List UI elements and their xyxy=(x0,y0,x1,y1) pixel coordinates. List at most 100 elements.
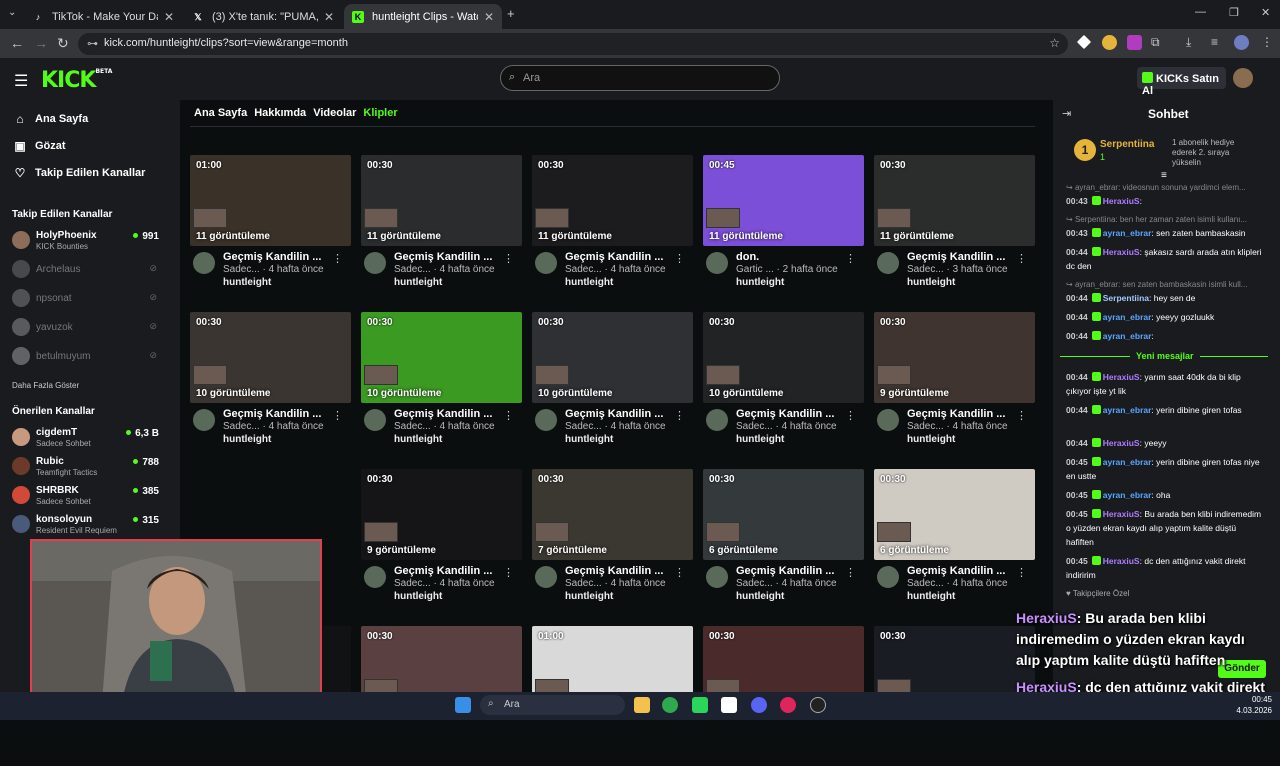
app-icon[interactable] xyxy=(692,697,708,713)
clip-card[interactable]: 00:30 10 görüntüleme Geçmiş Kandilin ... Sa… xyxy=(532,312,693,452)
recommended-channel[interactable]: SHRBRK Sadece Sohbet 385 xyxy=(12,483,177,509)
followed-channel[interactable]: Archelaus ⊘ xyxy=(12,257,177,283)
clip-channel-name[interactable]: huntleight xyxy=(736,434,784,445)
clip-title[interactable]: Geçmiş Kandilin ... xyxy=(907,251,1022,263)
followed-channel[interactable]: npsonat ⊘ xyxy=(12,286,177,312)
clip-thumbnail[interactable]: 00:30 9 görüntüleme xyxy=(874,312,1035,403)
clip-card[interactable]: 00:30 10 görüntüleme Geçmiş Kandilin ... Sa… xyxy=(703,312,864,452)
message-username[interactable]: HeraxiuS xyxy=(1103,556,1140,566)
message-username[interactable]: HeraxiuS xyxy=(1103,509,1140,519)
reading-list-icon[interactable]: ≡ xyxy=(1211,35,1226,50)
more-options-icon[interactable]: ⋮ xyxy=(845,566,856,579)
close-icon[interactable]: ✕ xyxy=(324,10,334,24)
channel-avatar[interactable] xyxy=(877,409,899,431)
sidebar-nav-following[interactable]: ♡ Takip Edilen Kanallar xyxy=(13,166,146,180)
search-input[interactable]: ⌕ Ara xyxy=(500,65,780,91)
clip-title[interactable]: Geçmiş Kandilin ... xyxy=(394,408,509,420)
close-window-icon[interactable]: ✕ xyxy=(1261,6,1270,19)
message-username[interactable]: HeraxiuS xyxy=(1103,372,1140,382)
clip-title[interactable]: Geçmiş Kandilin ... xyxy=(223,251,338,263)
more-options-icon[interactable]: ⋮ xyxy=(1016,566,1027,579)
clip-channel-name[interactable]: huntleight xyxy=(907,277,955,288)
forward-icon[interactable]: → xyxy=(34,35,48,51)
clip-card[interactable]: 00:30 6 görüntüleme Geçmiş Kandilin ... Sad… xyxy=(703,469,864,609)
clip-thumbnail[interactable]: 00:30 7 görüntüleme xyxy=(532,469,693,560)
extensions-puzzle-icon[interactable]: ⧉ xyxy=(1151,35,1166,50)
more-options-icon[interactable]: ⋮ xyxy=(845,252,856,265)
buy-kicks-button[interactable]: KICKs Satın Al xyxy=(1137,67,1226,97)
clip-channel-name[interactable]: huntleight xyxy=(394,591,442,602)
more-options-icon[interactable]: ⋮ xyxy=(332,252,343,265)
message-username[interactable]: ayran_ebrar xyxy=(1103,228,1152,238)
clip-title[interactable]: Geçmiş Kandilin ... xyxy=(736,408,851,420)
profile-avatar[interactable] xyxy=(1234,35,1249,50)
windows-start-icon[interactable] xyxy=(455,697,471,713)
taskbar-clock[interactable]: 00:45 4.03.2026 xyxy=(1228,694,1272,716)
clip-channel-name[interactable]: huntleight xyxy=(907,591,955,602)
channel-avatar[interactable] xyxy=(706,252,728,274)
clip-title[interactable]: Geçmiş Kandilin ... xyxy=(394,565,509,577)
site-info-icon[interactable]: ⊶ xyxy=(87,37,98,50)
clip-card[interactable]: 00:30 9 görüntüleme Geçmiş Kandilin ... Sad… xyxy=(361,469,522,609)
recommended-channel[interactable]: konsoloyun Resident Evil Requiem 315 xyxy=(12,512,177,538)
tab-clips[interactable]: Klipler xyxy=(363,107,397,119)
extension-icon[interactable] xyxy=(1076,34,1092,50)
tab-home[interactable]: Ana Sayfa xyxy=(194,107,247,119)
more-options-icon[interactable]: ⋮ xyxy=(674,566,685,579)
followed-channel[interactable]: betulmuyum ⊘ xyxy=(12,344,177,370)
extension-icon[interactable] xyxy=(1127,35,1142,50)
clip-thumbnail[interactable]: 00:30 6 görüntüleme xyxy=(703,469,864,560)
clip-card[interactable]: 00:30 9 görüntüleme Geçmiş Kandilin ... Sad… xyxy=(874,312,1035,452)
url-field[interactable]: ⊶ kick.com/huntleight/clips?sort=view&ra… xyxy=(78,33,1068,55)
clip-title[interactable]: Geçmiş Kandilin ... xyxy=(907,565,1022,577)
clip-channel-name[interactable]: huntleight xyxy=(223,434,271,445)
clip-thumbnail[interactable]: 00:30 10 görüntüleme xyxy=(361,312,522,403)
message-username[interactable]: ayran_ebrar xyxy=(1103,405,1152,415)
clip-thumbnail[interactable]: 00:45 11 görüntüleme xyxy=(703,155,864,246)
clip-card[interactable]: 00:30 10 görüntüleme Geçmiş Kandilin ... Sa… xyxy=(361,312,522,452)
tab-kick[interactable]: K huntleight Clips - Watch Live o ✕ xyxy=(344,4,502,29)
minimize-icon[interactable]: — xyxy=(1195,6,1206,18)
message-username[interactable]: HeraxiuS xyxy=(1103,438,1140,448)
channel-avatar[interactable] xyxy=(706,409,728,431)
channel-avatar[interactable] xyxy=(535,566,557,588)
pin-expand-icon[interactable]: ≡ xyxy=(1161,170,1167,181)
clip-card[interactable]: 00:45 11 görüntüleme don. Gartic ... · 2 ha… xyxy=(703,155,864,295)
more-options-icon[interactable]: ⋮ xyxy=(503,409,514,422)
clip-title[interactable]: Geçmiş Kandilin ... xyxy=(907,408,1022,420)
channel-avatar[interactable] xyxy=(877,252,899,274)
chrome-icon[interactable] xyxy=(662,697,678,713)
clip-thumbnail[interactable]: 00:30 6 görüntüleme xyxy=(874,469,1035,560)
clip-thumbnail[interactable]: 00:30 11 görüntüleme xyxy=(874,155,1035,246)
channel-avatar[interactable] xyxy=(364,409,386,431)
more-options-icon[interactable]: ⋮ xyxy=(503,566,514,579)
clip-card[interactable]: 00:30 11 görüntüleme Geçmiş Kandilin ... Sa… xyxy=(532,155,693,295)
close-icon[interactable]: ✕ xyxy=(484,10,494,24)
youtube-icon[interactable] xyxy=(780,697,796,713)
clip-thumbnail[interactable]: 00:30 11 görüntüleme xyxy=(361,155,522,246)
channel-avatar[interactable] xyxy=(364,252,386,274)
menu-icon[interactable]: ⋮ xyxy=(1261,35,1276,50)
more-options-icon[interactable]: ⋮ xyxy=(1016,409,1027,422)
clip-thumbnail[interactable]: 00:30 10 görüntüleme xyxy=(703,312,864,403)
recommended-channel[interactable]: cigdemT Sadece Sohbet 6,3 B xyxy=(12,425,177,451)
clip-thumbnail[interactable]: 00:30 9 görüntüleme xyxy=(361,469,522,560)
hamburger-menu-icon[interactable]: ☰ xyxy=(14,71,28,91)
tradingview-icon[interactable] xyxy=(721,697,737,713)
clip-thumbnail[interactable]: 00:30 10 görüntüleme xyxy=(190,312,351,403)
more-options-icon[interactable]: ⋮ xyxy=(1016,252,1027,265)
clip-title[interactable]: Geçmiş Kandilin ... xyxy=(565,565,680,577)
more-options-icon[interactable]: ⋮ xyxy=(845,409,856,422)
obs-icon[interactable] xyxy=(810,697,826,713)
recommended-channel[interactable]: Rubic Teamfight Tactics 788 xyxy=(12,454,177,480)
channel-avatar[interactable] xyxy=(535,409,557,431)
download-icon[interactable]: ⤓ xyxy=(1186,35,1201,50)
sidebar-nav-browse[interactable]: ▣ Gözat xyxy=(13,139,65,153)
tab-x[interactable]: 𝕏 (3) X'te tanık: "PUMA, Pokemon ✕ xyxy=(184,4,342,29)
more-options-icon[interactable]: ⋮ xyxy=(503,252,514,265)
clip-channel-name[interactable]: huntleight xyxy=(223,277,271,288)
tab-search-icon[interactable]: ⌄ xyxy=(8,7,16,18)
clip-channel-name[interactable]: huntleight xyxy=(565,591,613,602)
tab-tiktok[interactable]: ♪ TikTok - Make Your Day ✕ xyxy=(24,4,182,29)
user-avatar[interactable] xyxy=(1233,68,1253,88)
